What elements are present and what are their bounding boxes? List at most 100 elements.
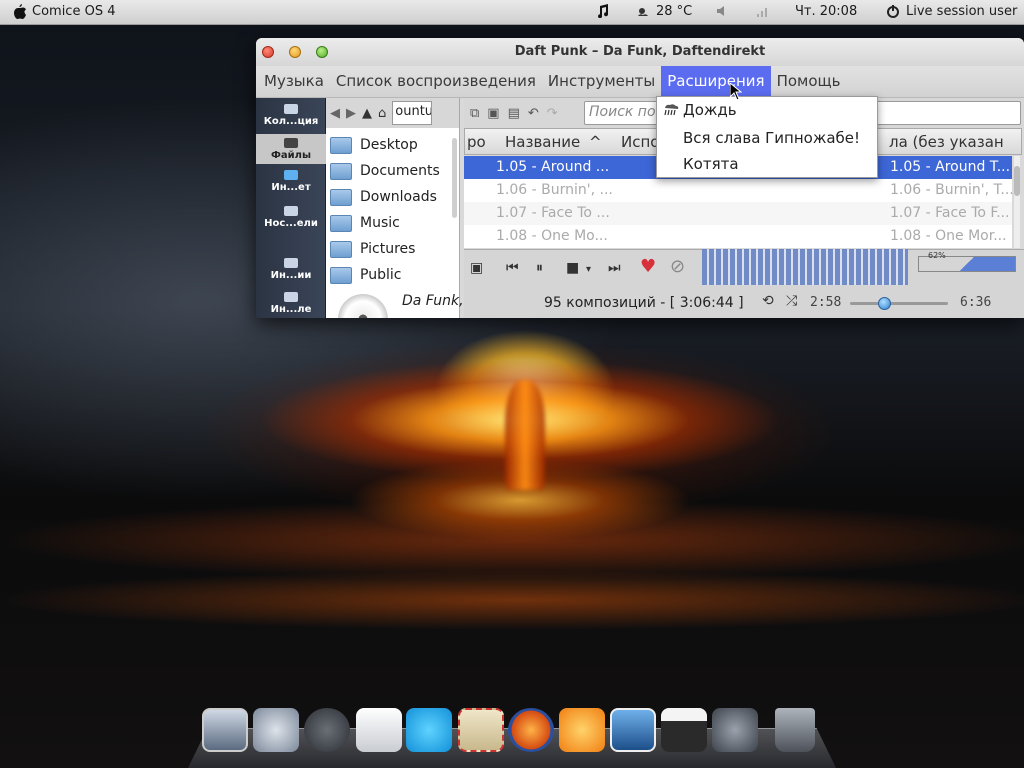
clock[interactable]: Чт. 20:08 bbox=[795, 4, 857, 19]
preview-icon[interactable] bbox=[610, 708, 656, 752]
apple-logo-icon bbox=[14, 4, 26, 19]
seek-knob[interactable] bbox=[878, 297, 891, 310]
new-playlist-icon[interactable]: ⧉ bbox=[470, 106, 479, 121]
session-menu[interactable]: Live session user bbox=[886, 4, 1017, 19]
total-time: 6:36 bbox=[960, 295, 992, 310]
list-item[interactable]: Documents bbox=[326, 158, 459, 184]
list-item[interactable]: Downloads bbox=[326, 184, 459, 210]
weather-temp: 28 °C bbox=[656, 4, 693, 19]
folder-icon bbox=[330, 136, 352, 154]
redo-icon[interactable]: ↷ bbox=[547, 106, 558, 121]
file-browser-scrollbar[interactable] bbox=[452, 138, 457, 218]
app-store-icon[interactable] bbox=[304, 708, 350, 752]
scrollbar-thumb[interactable] bbox=[1014, 166, 1020, 196]
trash-icon[interactable] bbox=[775, 708, 815, 752]
sidebar-item-label: Ин...ии bbox=[270, 270, 312, 281]
collection-icon bbox=[284, 104, 298, 114]
seek-slider[interactable] bbox=[850, 297, 948, 310]
next-icon[interactable]: ⏭ bbox=[608, 260, 621, 276]
table-row[interactable]: 1.07 - Face To ... 1.07 - Face To F... bbox=[464, 202, 1012, 225]
column-filename[interactable]: ла (без указан bbox=[889, 133, 1004, 151]
menu-item-rain[interactable]: Дождь bbox=[683, 101, 737, 119]
files-icon bbox=[284, 138, 298, 148]
close-icon[interactable] bbox=[262, 46, 274, 58]
list-item[interactable]: Music bbox=[326, 210, 459, 236]
elapsed-time: 2:58 bbox=[810, 295, 842, 310]
minimize-icon[interactable] bbox=[289, 46, 301, 58]
weather-icon bbox=[638, 7, 648, 16]
spectrum-analyzer[interactable] bbox=[702, 249, 908, 285]
skype-icon[interactable] bbox=[406, 708, 452, 752]
path-field[interactable]: ountu bbox=[392, 101, 433, 125]
list-item[interactable]: Pictures bbox=[326, 236, 459, 262]
table-row[interactable]: 1.06 - Burnin', ... 1.06 - Burnin', T... bbox=[464, 179, 1012, 202]
ban-icon[interactable]: ⊘ bbox=[670, 256, 685, 277]
volume-indicator[interactable] bbox=[716, 4, 730, 18]
volume-label: 62% bbox=[928, 251, 946, 260]
column-track[interactable]: ро bbox=[467, 133, 486, 151]
menu-tools[interactable]: Инструменты bbox=[542, 66, 661, 97]
mail-icon[interactable] bbox=[458, 708, 504, 752]
internet-icon bbox=[284, 170, 298, 180]
load-playlist-icon[interactable]: ▣ bbox=[487, 106, 499, 121]
folder-icon bbox=[330, 240, 352, 258]
folder-icon bbox=[330, 214, 352, 232]
sidebar-item-label: Ин...ет bbox=[271, 182, 311, 193]
repeat-icon[interactable]: ⟲ bbox=[762, 293, 774, 309]
column-artist[interactable]: Испо bbox=[621, 133, 659, 151]
love-icon[interactable]: ♥ bbox=[640, 256, 656, 277]
music-indicator[interactable] bbox=[596, 4, 610, 18]
source-sidebar: Кол...ция Файлы Ин...ет Нос...ели Ин...и… bbox=[256, 98, 326, 318]
sidebar-item-info[interactable]: Ин...ии bbox=[256, 258, 326, 288]
sidebar-item-internet[interactable]: Ин...ет bbox=[256, 170, 326, 200]
info-icon bbox=[284, 258, 298, 268]
playlist-scrollbar[interactable] bbox=[1014, 156, 1020, 248]
window-titlebar[interactable]: Daft Punk – Da Funk, Daftendirekt bbox=[256, 38, 1024, 66]
maximize-icon[interactable] bbox=[316, 46, 328, 58]
signal-icon bbox=[757, 8, 767, 17]
sidebar-item-collection[interactable]: Кол...ция bbox=[256, 104, 326, 134]
show-hide-icon[interactable]: ▣ bbox=[470, 260, 483, 276]
column-title[interactable]: Название bbox=[505, 133, 580, 151]
menu-music[interactable]: Музыка bbox=[258, 66, 330, 97]
menu-playlist[interactable]: Список воспроизведения bbox=[330, 66, 542, 97]
file-browser: ◀ ▶ ▲ ⌂ ountu Desktop Documents Download… bbox=[326, 98, 460, 318]
sidebar-item-files[interactable]: Файлы bbox=[256, 134, 326, 164]
home-icon[interactable]: ⌂ bbox=[378, 106, 386, 121]
clock-text: Чт. 20:08 bbox=[795, 4, 858, 19]
os-menu[interactable]: Comice OS 4 bbox=[14, 4, 115, 19]
save-playlist-icon[interactable]: ▤ bbox=[508, 106, 520, 121]
up-icon[interactable]: ▲ bbox=[362, 106, 372, 121]
monitor-icon[interactable] bbox=[202, 708, 248, 752]
video-icon[interactable] bbox=[661, 708, 707, 752]
menu-item-hypnotoad[interactable]: Вся слава Гипножабе! bbox=[683, 129, 860, 147]
playlist-status: 95 композиций - [ 3:06:44 ] bbox=[544, 295, 744, 311]
sidebar-item-artist-info[interactable]: Ин...ле bbox=[256, 292, 326, 318]
chevron-down-icon[interactable]: ▾ bbox=[586, 264, 591, 275]
stop-icon[interactable]: ■ bbox=[566, 260, 579, 276]
back-icon[interactable]: ◀ bbox=[330, 106, 340, 121]
network-indicator[interactable] bbox=[756, 4, 770, 18]
files-icon[interactable] bbox=[356, 708, 402, 752]
table-row[interactable]: 1.08 - One Mo... 1.08 - One Mor... bbox=[464, 225, 1012, 248]
folder-icon bbox=[330, 162, 352, 180]
track-filename: 1.05 - Around T... bbox=[890, 159, 1011, 175]
previous-icon[interactable]: ⏮ bbox=[506, 260, 519, 276]
list-item[interactable]: Desktop bbox=[326, 132, 459, 158]
forward-icon[interactable]: ▶ bbox=[346, 106, 356, 121]
list-item[interactable]: Public bbox=[326, 262, 459, 288]
sidebar-item-devices[interactable]: Нос...ели bbox=[256, 206, 326, 236]
weather-indicator[interactable]: 28 °C bbox=[636, 4, 692, 19]
photos-icon[interactable] bbox=[559, 708, 605, 752]
menu-help[interactable]: Помощь bbox=[771, 66, 847, 97]
rocket-icon[interactable] bbox=[253, 708, 299, 752]
extensions-dropdown: Дождь Вся слава Гипножабе! Котята bbox=[656, 96, 878, 178]
folder-name: Documents bbox=[360, 163, 440, 179]
pause-icon[interactable]: ⏸ bbox=[536, 260, 543, 276]
shuffle-icon[interactable]: ⤮ bbox=[786, 293, 797, 309]
menu-item-kittens[interactable]: Котята bbox=[683, 155, 739, 173]
undo-icon[interactable]: ↶ bbox=[528, 106, 539, 121]
menu-extensions[interactable]: Расширения bbox=[661, 66, 771, 97]
settings-icon[interactable] bbox=[712, 708, 758, 752]
firefox-icon[interactable] bbox=[508, 708, 554, 752]
